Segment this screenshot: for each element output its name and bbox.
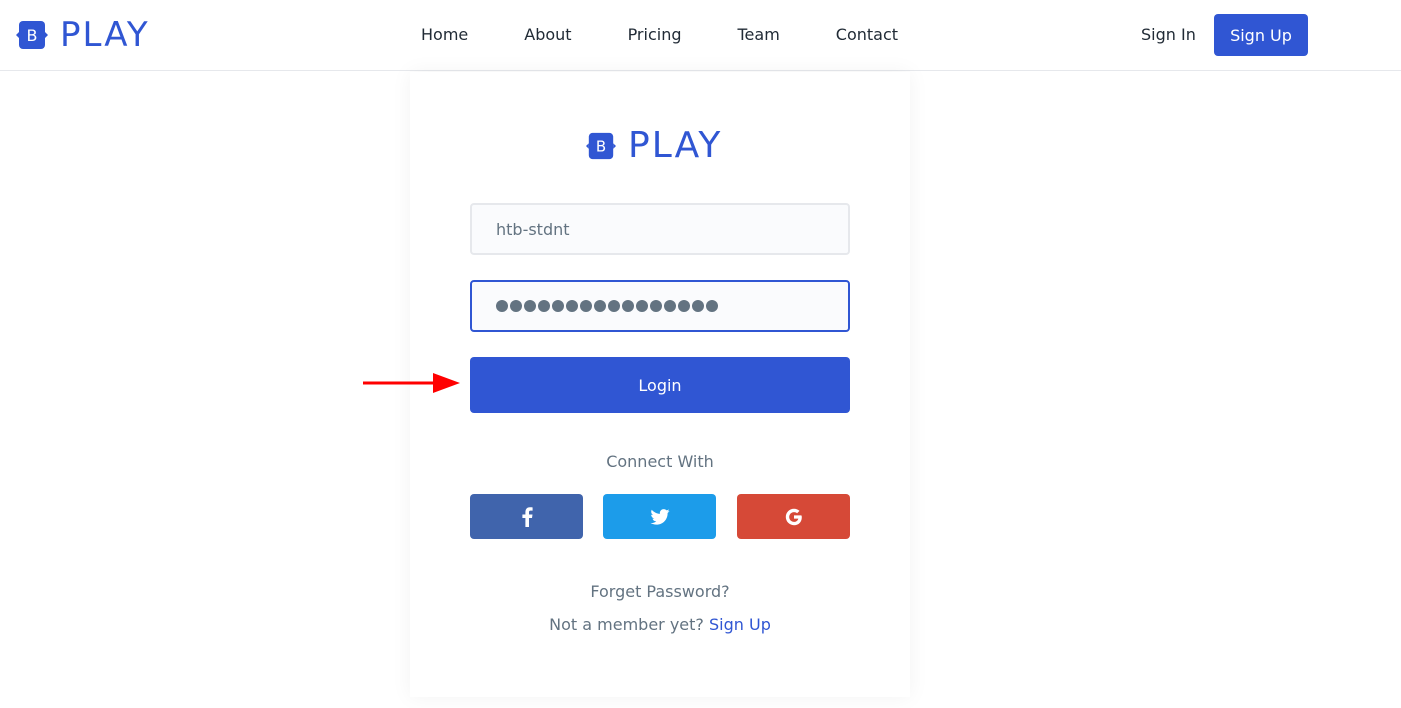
annotation-arrow-icon xyxy=(363,373,460,393)
sign-in-link[interactable]: Sign In xyxy=(1141,24,1196,46)
forget-password-link[interactable]: Forget Password? xyxy=(590,582,729,601)
password-dot xyxy=(566,300,578,312)
brand-logo[interactable]: B PLAY xyxy=(16,18,150,52)
nav-home[interactable]: Home xyxy=(421,24,468,46)
password-dot xyxy=(622,300,634,312)
main-nav: Home About Pricing Team Contact xyxy=(421,24,898,46)
username-value: htb-stdnt xyxy=(496,219,570,239)
password-input[interactable] xyxy=(470,280,850,332)
password-dot xyxy=(678,300,690,312)
bootstrap-logo-icon: B xyxy=(586,132,616,160)
password-mask xyxy=(496,300,718,312)
svg-text:B: B xyxy=(27,26,38,45)
card-sign-up-link[interactable]: Sign Up xyxy=(709,615,771,634)
connect-with-label: Connect With xyxy=(606,452,714,471)
password-dot xyxy=(580,300,592,312)
facebook-icon xyxy=(521,506,533,527)
login-card: B PLAY htb-stdnt Login Connect With Forg… xyxy=(410,72,910,697)
password-dot xyxy=(594,300,606,312)
card-brand-name: PLAY xyxy=(628,125,723,166)
password-dot xyxy=(706,300,718,312)
brand-name: PLAY xyxy=(60,15,150,55)
top-navbar: B PLAY Home About Pricing Team Contact S… xyxy=(0,0,1401,71)
facebook-login-button[interactable] xyxy=(470,494,583,539)
username-input[interactable]: htb-stdnt xyxy=(470,203,850,255)
password-dot xyxy=(496,300,508,312)
bootstrap-logo-icon: B xyxy=(16,21,48,49)
password-dot xyxy=(608,300,620,312)
sign-up-button[interactable]: Sign Up xyxy=(1214,14,1308,56)
twitter-icon xyxy=(649,508,670,525)
twitter-login-button[interactable] xyxy=(603,494,716,539)
signup-prompt: Not a member yet? Sign Up xyxy=(410,615,910,634)
svg-text:B: B xyxy=(596,138,606,156)
nav-pricing[interactable]: Pricing xyxy=(628,24,682,46)
not-member-text: Not a member yet? xyxy=(549,615,704,634)
nav-about[interactable]: About xyxy=(524,24,571,46)
password-dot xyxy=(692,300,704,312)
password-dot xyxy=(510,300,522,312)
password-dot xyxy=(636,300,648,312)
password-dot xyxy=(650,300,662,312)
password-dot xyxy=(552,300,564,312)
nav-contact[interactable]: Contact xyxy=(836,24,898,46)
login-button[interactable]: Login xyxy=(470,357,850,413)
nav-team[interactable]: Team xyxy=(738,24,780,46)
forget-password-row: Forget Password? xyxy=(410,582,910,601)
password-dot xyxy=(538,300,550,312)
google-icon xyxy=(785,508,802,525)
card-brand-logo: B PLAY xyxy=(586,125,723,166)
password-dot xyxy=(664,300,676,312)
password-dot xyxy=(524,300,536,312)
google-login-button[interactable] xyxy=(737,494,850,539)
